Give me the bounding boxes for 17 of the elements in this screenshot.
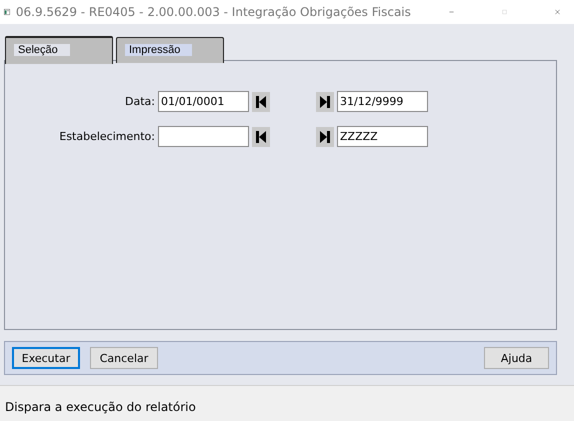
field-label: Data:	[124, 95, 155, 108]
tab[interactable]: Impressão	[116, 37, 224, 63]
status-bar: Dispara a execução do relatório	[0, 385, 574, 421]
action-button[interactable]: Executar	[12, 347, 80, 369]
action-button[interactable]: Cancelar	[90, 347, 158, 369]
first-icon[interactable]	[252, 126, 270, 146]
last-icon[interactable]	[316, 126, 334, 146]
input-field[interactable]: 31/12/9999	[337, 91, 428, 112]
tab[interactable]: Seleção	[5, 36, 113, 64]
window-title: 06.9.5629 - RE0405 - 2.00.00.003 - Integração Obrigações Fiscais	[16, 5, 411, 19]
last-icon[interactable]	[316, 92, 334, 112]
field-label: Estabelecimento:	[58, 130, 155, 143]
input-field[interactable]: ZZZZZ	[337, 126, 428, 147]
input-field[interactable]: 01/01/0001	[158, 91, 249, 112]
input-field[interactable]	[158, 126, 249, 147]
help-button[interactable]: Ajuda	[484, 347, 549, 369]
first-icon[interactable]	[252, 92, 270, 112]
